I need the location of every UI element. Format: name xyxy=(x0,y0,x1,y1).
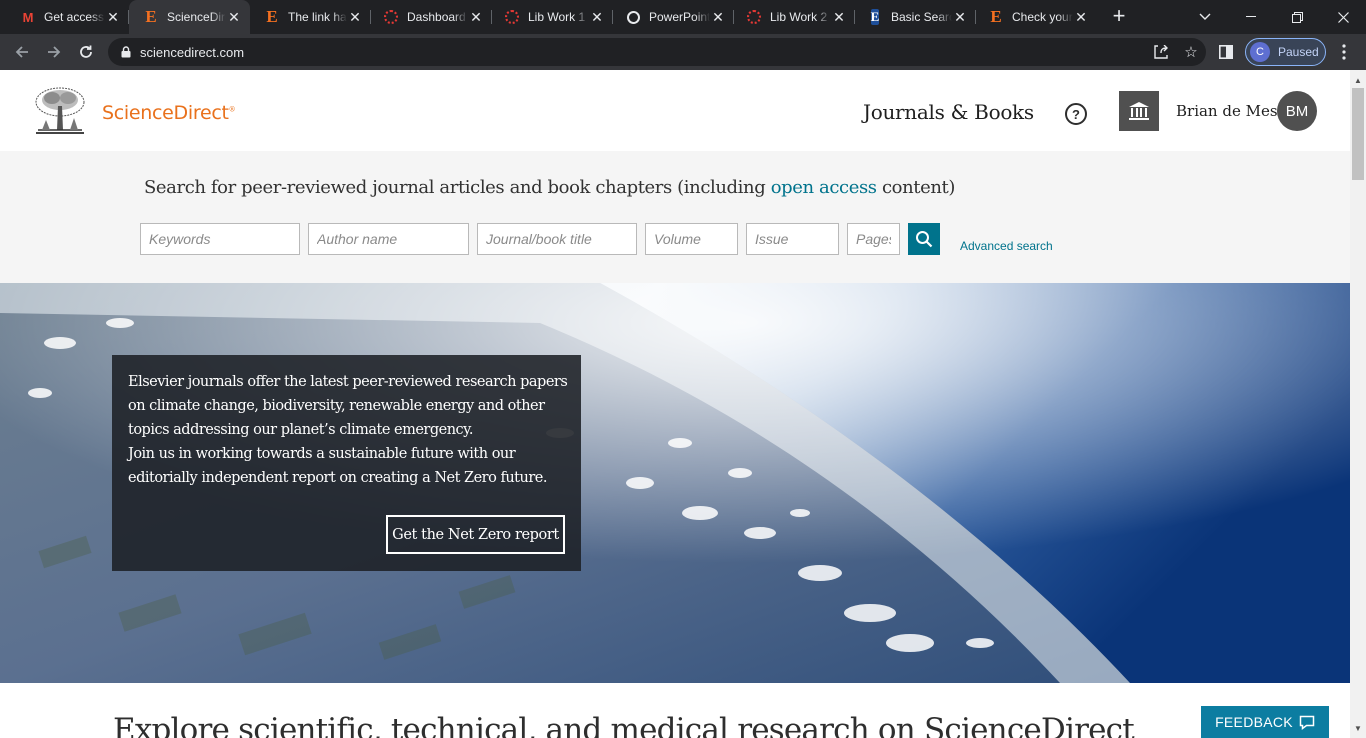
elsevier-tree-logo[interactable] xyxy=(32,86,88,136)
search-prompt: Search for peer-reviewed journal article… xyxy=(144,177,956,198)
avatar: C xyxy=(1250,42,1270,62)
reload-button[interactable] xyxy=(72,38,100,66)
chat-bubble-icon xyxy=(1299,715,1315,730)
tab-title: Lib Work 1 xyxy=(528,10,586,24)
page-viewport: ScienceDirect® Journals & Books ? Brian … xyxy=(0,70,1350,738)
minimize-button[interactable] xyxy=(1228,0,1274,34)
loading-ring-icon xyxy=(383,9,399,25)
tab-powerpoint[interactable]: PowerPoint ✕ xyxy=(613,0,734,34)
side-panel-icon[interactable] xyxy=(1212,38,1240,66)
close-icon[interactable]: ✕ xyxy=(105,9,121,25)
close-icon[interactable]: ✕ xyxy=(952,9,968,25)
search-button[interactable] xyxy=(908,223,940,255)
scroll-up-icon[interactable]: ▲ xyxy=(1350,72,1366,88)
close-icon[interactable]: ✕ xyxy=(468,9,484,25)
elsevier-icon: E xyxy=(266,7,278,26)
keywords-input[interactable] xyxy=(140,223,300,255)
help-icon[interactable]: ? xyxy=(1065,103,1087,125)
search-icon xyxy=(916,231,933,248)
menu-kebab-icon[interactable] xyxy=(1330,38,1358,66)
share-icon[interactable] xyxy=(1146,45,1176,59)
loading-ring-icon xyxy=(746,9,762,25)
author-input[interactable] xyxy=(308,223,469,255)
pages-input[interactable] xyxy=(847,223,900,255)
restore-button[interactable] xyxy=(1274,0,1320,34)
close-icon[interactable]: ✕ xyxy=(347,9,363,25)
tab-dashboard[interactable]: Dashboard ✕ xyxy=(371,0,492,34)
volume-input[interactable] xyxy=(645,223,738,255)
lock-icon[interactable] xyxy=(112,46,140,58)
net-zero-report-button[interactable]: Get the Net Zero report xyxy=(386,515,565,554)
search-section: Search for peer-reviewed journal article… xyxy=(0,151,1350,283)
tab-title: Check your xyxy=(1012,10,1073,24)
user-name[interactable]: Brian de Mesa xyxy=(1176,102,1287,120)
tab-title: Get access xyxy=(44,10,105,24)
tab-basic-search[interactable]: E Basic Search ✕ xyxy=(855,0,976,34)
new-tab-button[interactable]: + xyxy=(1108,3,1130,28)
callout-text: Elsevier journals offer the latest peer-… xyxy=(128,374,568,486)
close-icon[interactable]: ✕ xyxy=(710,9,726,25)
browser-toolbar: sciencedirect.com ☆ C Paused xyxy=(0,34,1366,70)
tab-title: Dashboard xyxy=(407,10,466,24)
e-blue-icon: E xyxy=(870,9,880,25)
profile-button[interactable]: C Paused xyxy=(1245,38,1326,66)
tab-search-icon[interactable] xyxy=(1182,0,1228,34)
scroll-thumb[interactable] xyxy=(1352,88,1364,180)
scroll-down-icon[interactable]: ▼ xyxy=(1350,720,1366,736)
profile-status: Paused xyxy=(1278,45,1319,59)
tab-gmail[interactable]: M Get access ✕ xyxy=(0,0,129,34)
url-text: sciencedirect.com xyxy=(140,44,245,60)
journal-input[interactable] xyxy=(477,223,637,255)
tab-title: PowerPoint xyxy=(649,10,710,24)
loading-ring-icon xyxy=(504,9,520,25)
user-avatar[interactable]: BM xyxy=(1277,91,1317,131)
close-icon[interactable]: ✕ xyxy=(831,9,847,25)
forward-button[interactable] xyxy=(40,38,68,66)
advanced-search-link[interactable]: Advanced search xyxy=(960,239,1053,253)
tab-link[interactable]: E The link has ✕ xyxy=(250,0,371,34)
tab-libwork1[interactable]: Lib Work 1 ✕ xyxy=(492,0,613,34)
gmail-icon: M xyxy=(22,9,34,25)
tab-title: Basic Search xyxy=(891,10,952,24)
tab-libwork2[interactable]: Lib Work 2 ✕ xyxy=(734,0,855,34)
page-scrollbar[interactable]: ▲ ▼ xyxy=(1350,70,1366,738)
tab-title: Lib Work 2 xyxy=(770,10,828,24)
tab-strip: M Get access ✕ E ScienceDirect ✕ E The l… xyxy=(0,0,1366,34)
institution-icon[interactable] xyxy=(1119,91,1159,131)
close-icon[interactable]: ✕ xyxy=(1073,9,1089,25)
issue-input[interactable] xyxy=(746,223,839,255)
net-zero-callout: Elsevier journals offer the latest peer-… xyxy=(112,355,581,571)
site-header: ScienceDirect® Journals & Books ? Brian … xyxy=(0,70,1350,151)
tab-sciencedirect[interactable]: E ScienceDirect ✕ xyxy=(129,0,250,34)
open-access-link[interactable]: open access xyxy=(771,177,877,198)
close-icon[interactable]: ✕ xyxy=(226,9,242,25)
hero-banner: Elsevier journals offer the latest peer-… xyxy=(0,283,1350,683)
elsevier-icon: E xyxy=(990,7,1002,26)
explore-heading: Explore scientific, technical, and medic… xyxy=(113,712,1135,738)
address-bar[interactable]: sciencedirect.com ☆ xyxy=(108,38,1206,66)
feedback-button[interactable]: FEEDBACK xyxy=(1201,706,1329,738)
close-icon[interactable]: ✕ xyxy=(589,9,605,25)
elsevier-icon: E xyxy=(145,7,157,26)
journals-books-link[interactable]: Journals & Books xyxy=(863,100,1034,124)
tab-title: The link has xyxy=(288,10,347,24)
tab-check[interactable]: E Check your ✕ xyxy=(976,0,1097,34)
sciencedirect-logo[interactable]: ScienceDirect® xyxy=(102,102,236,124)
close-window-button[interactable] xyxy=(1320,0,1366,34)
back-button[interactable] xyxy=(8,38,36,66)
globe-icon xyxy=(625,9,641,25)
tab-title: ScienceDirect xyxy=(167,10,226,24)
bookmark-star-icon[interactable]: ☆ xyxy=(1176,43,1206,61)
